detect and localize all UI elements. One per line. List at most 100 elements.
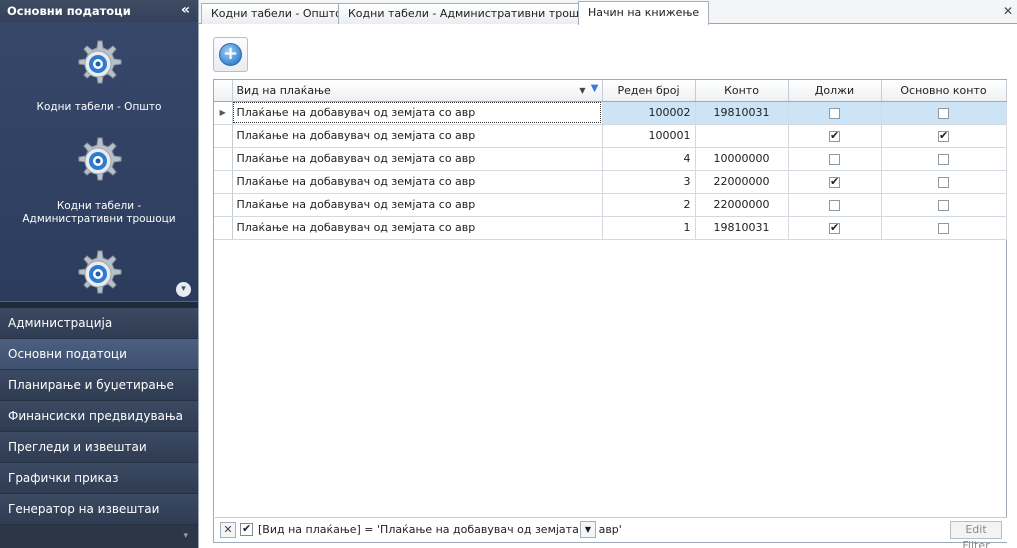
gallery-item-third[interactable]: [0, 234, 198, 301]
cell-sequence-number[interactable]: 100001: [602, 124, 696, 148]
sidebar-footer: ▾: [0, 525, 198, 548]
table-row[interactable]: Плаќање на добавувач од земјата со авр 2 2…: [214, 193, 1007, 217]
cell-sequence-number[interactable]: 2: [602, 193, 696, 217]
gear-icon: [78, 40, 122, 84]
table-row[interactable]: ▶ Плаќање на добавувач од земјата со авр 1…: [214, 101, 1007, 125]
tab-strip: Кодни табели - Општо Кодни табели - Адми…: [199, 0, 1017, 25]
row-indicator[interactable]: [214, 193, 233, 217]
cell-payment-type[interactable]: Плаќање на добавувач од земјата со авр: [232, 147, 603, 171]
filter-enabled-checkbox[interactable]: [240, 522, 253, 536]
cell-debit: [788, 101, 882, 125]
debit-checkbox[interactable]: [829, 153, 840, 165]
column-header-debit[interactable]: Должи: [788, 80, 882, 102]
cell-payment-type[interactable]: Плаќање на добавувач од земјата со авр: [232, 216, 603, 240]
filter-icon[interactable]: ▼: [591, 83, 599, 94]
cell-payment-type[interactable]: Плаќање на добавувач од земјата со авр: [232, 101, 603, 125]
main-account-checkbox[interactable]: [938, 176, 949, 188]
column-header-label: Вид на плаќање: [236, 83, 331, 97]
sidebar-gallery: Кодни табели - Општо Кодни табели - Адми…: [0, 22, 198, 301]
plus-icon: +: [219, 43, 242, 66]
nav-item-administration[interactable]: Администрација: [0, 308, 198, 339]
nav-item-financial-forecasts[interactable]: Финансиски предвидувања: [0, 401, 198, 432]
row-indicator[interactable]: [214, 216, 233, 240]
cell-main-account: [881, 147, 1007, 171]
row-indicator[interactable]: [214, 170, 233, 194]
cell-debit: [788, 193, 882, 217]
main-account-checkbox[interactable]: [938, 153, 949, 165]
nav-item-basic-data[interactable]: Основни податоци: [0, 339, 198, 370]
table-row[interactable]: Плаќање на добавувач од земјата со авр 10…: [214, 124, 1007, 148]
filter-expression[interactable]: [Вид на плаќање] = 'Плаќање на добавувач…: [258, 523, 622, 536]
table-row[interactable]: Плаќање на добавувач од земјата со авр 1 1…: [214, 216, 1007, 240]
close-icon[interactable]: ✕: [1003, 4, 1013, 18]
cell-sequence-number[interactable]: 3: [602, 170, 696, 194]
sidebar-splitter[interactable]: [0, 301, 198, 308]
edit-filter-button[interactable]: Edit Filter: [950, 521, 1002, 548]
tab-general-code-tables[interactable]: Кодни табели - Општо: [201, 3, 352, 24]
filter-panel: ✕ [Вид на плаќање] = 'Плаќање на добавув…: [215, 517, 1007, 548]
nav-item-graphical-view[interactable]: Графички приказ: [0, 463, 198, 494]
cell-main-account: [881, 193, 1007, 217]
main-account-checkbox[interactable]: [938, 129, 949, 142]
row-indicator[interactable]: [214, 147, 233, 171]
cell-payment-type[interactable]: Плаќање на добавувач од земјата со авр: [232, 193, 603, 217]
cell-main-account: [881, 216, 1007, 240]
cell-account[interactable]: 19810031: [695, 216, 789, 240]
column-header-payment-type[interactable]: Вид на плаќање ▼ ▼: [232, 80, 603, 102]
debit-checkbox[interactable]: [829, 129, 840, 142]
cell-sequence-number[interactable]: 100002: [602, 101, 696, 125]
collapse-icon[interactable]: «: [181, 2, 190, 18]
nav-item-planning-budgeting[interactable]: Планирање и буџетирање: [0, 370, 198, 401]
cell-payment-type[interactable]: Плаќање на добавувач од земјата со авр: [232, 124, 603, 148]
column-header-account[interactable]: Конто: [695, 80, 789, 102]
row-indicator[interactable]: [214, 124, 233, 148]
chevron-down-icon[interactable]: ▾: [183, 531, 188, 541]
cell-account[interactable]: 10000000: [695, 147, 789, 171]
gallery-item-admin-costs-code-tables[interactable]: Кодни табели - Административни трошоци: [0, 122, 198, 234]
cell-sequence-number[interactable]: 1: [602, 216, 696, 240]
cell-payment-type[interactable]: Плаќање на добавувач од земјата со авр: [232, 170, 603, 194]
filter-mru-dropdown-icon[interactable]: ▼: [580, 521, 596, 538]
cell-account[interactable]: 22000000: [695, 170, 789, 194]
table-row[interactable]: Плаќање на добавувач од земјата со авр 3 2…: [214, 170, 1007, 194]
cell-main-account: [881, 170, 1007, 194]
debit-checkbox[interactable]: [829, 199, 840, 211]
gear-icon: [78, 250, 122, 294]
sidebar-title: Основни податоци: [7, 4, 131, 18]
main-account-checkbox[interactable]: [938, 222, 949, 234]
debit-checkbox[interactable]: [829, 175, 840, 188]
cell-account[interactable]: 19810031: [695, 101, 789, 125]
cell-main-account: [881, 124, 1007, 148]
sort-descending-icon[interactable]: ▼: [579, 86, 585, 95]
cell-account[interactable]: [695, 124, 789, 148]
tab-admin-costs-code-tables[interactable]: Кодни табели - Административни трошоци: [338, 3, 611, 24]
current-row-arrow-icon: ▶: [219, 108, 226, 117]
cell-debit: [788, 170, 882, 194]
main-account-checkbox[interactable]: [938, 107, 949, 119]
row-indicator-header: [214, 80, 233, 102]
cell-sequence-number[interactable]: 4: [602, 147, 696, 171]
column-header-sequence-number[interactable]: Реден број: [602, 80, 696, 102]
grid-table: Вид на плаќање ▼ ▼ Реден број Конто Долж…: [214, 80, 1007, 240]
cell-main-account: [881, 101, 1007, 125]
row-indicator[interactable]: ▶: [214, 101, 233, 125]
table-row[interactable]: Плаќање на добавувач од земјата со авр 4 1…: [214, 147, 1007, 171]
clear-filter-icon[interactable]: ✕: [220, 522, 236, 538]
gallery-scroll-down-icon[interactable]: ▾: [176, 282, 191, 297]
column-header-main-account[interactable]: Основно конто: [881, 80, 1007, 102]
add-button[interactable]: +: [213, 37, 248, 72]
gallery-item-label: Кодни табели - Општо: [36, 101, 162, 113]
nav-item-report-generator[interactable]: Генератор на извештаи: [0, 494, 198, 525]
debit-checkbox[interactable]: [829, 107, 840, 119]
tab-booking-method[interactable]: Начин на книжење: [578, 1, 710, 25]
gallery-item-label: Кодни табели - Административни трошоци: [22, 200, 176, 225]
nav-item-reviews-reports[interactable]: Прегледи и извештаи: [0, 432, 198, 463]
debit-checkbox[interactable]: [829, 221, 840, 234]
cell-debit: [788, 216, 882, 240]
gallery-item-general-code-tables[interactable]: Кодни табели - Општо: [0, 22, 198, 122]
cell-account[interactable]: 22000000: [695, 193, 789, 217]
sidebar-header: Основни податоци «: [0, 0, 198, 22]
gear-icon: [78, 137, 122, 181]
main-account-checkbox[interactable]: [938, 199, 949, 211]
main-area: Кодни табели - Општо Кодни табели - Адми…: [198, 0, 1017, 548]
